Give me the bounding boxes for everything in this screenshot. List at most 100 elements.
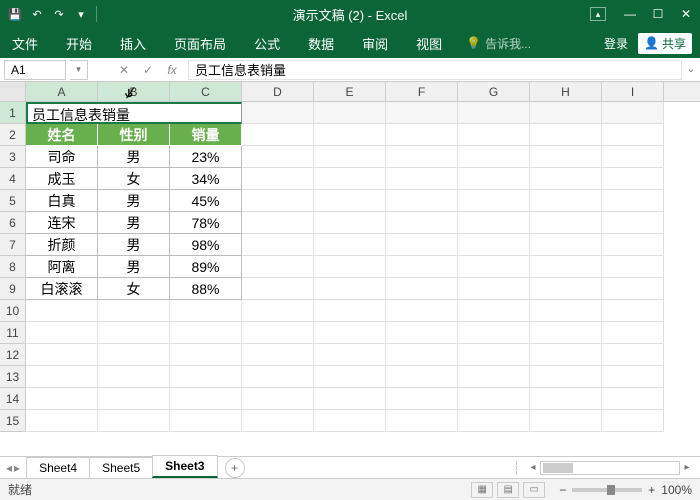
zoom-in-button[interactable]: + — [648, 483, 655, 497]
data-cell[interactable]: 45% — [170, 190, 242, 212]
tab-data[interactable]: 数据 — [304, 28, 338, 59]
name-box-dropdown-icon[interactable]: ▾ — [70, 60, 88, 80]
cell[interactable] — [458, 234, 530, 256]
cell[interactable] — [386, 102, 458, 124]
row-header[interactable]: 12 — [0, 344, 26, 366]
data-cell[interactable]: 白滚滚 — [26, 278, 98, 300]
cell[interactable] — [386, 234, 458, 256]
cell[interactable] — [458, 388, 530, 410]
cell[interactable] — [170, 322, 242, 344]
data-cell[interactable]: 男 — [98, 190, 170, 212]
cell[interactable] — [602, 212, 664, 234]
cell[interactable] — [26, 300, 98, 322]
cell[interactable] — [170, 410, 242, 432]
col-header-I[interactable]: I — [602, 82, 664, 101]
tab-page-layout[interactable]: 页面布局 — [170, 28, 230, 59]
cell[interactable] — [314, 300, 386, 322]
row-header[interactable]: 2 — [0, 124, 26, 146]
cell[interactable] — [98, 300, 170, 322]
cell[interactable] — [458, 212, 530, 234]
row-header[interactable]: 5 — [0, 190, 26, 212]
cell[interactable] — [458, 256, 530, 278]
cell[interactable] — [602, 146, 664, 168]
row-header[interactable]: 7 — [0, 234, 26, 256]
cell[interactable] — [386, 168, 458, 190]
cell[interactable] — [530, 146, 602, 168]
cell[interactable] — [314, 344, 386, 366]
cell[interactable] — [314, 124, 386, 146]
cell[interactable] — [242, 410, 314, 432]
cell[interactable] — [530, 124, 602, 146]
cell[interactable] — [602, 168, 664, 190]
cell[interactable] — [530, 388, 602, 410]
cell[interactable] — [314, 366, 386, 388]
cell[interactable] — [26, 388, 98, 410]
col-header-H[interactable]: H — [530, 82, 602, 101]
cell[interactable] — [170, 388, 242, 410]
cell[interactable] — [530, 300, 602, 322]
add-sheet-button[interactable]: + — [225, 458, 245, 478]
data-cell[interactable]: 88% — [170, 278, 242, 300]
cell[interactable] — [26, 322, 98, 344]
row-header[interactable]: 3 — [0, 146, 26, 168]
data-cell[interactable]: 女 — [98, 278, 170, 300]
cell[interactable] — [98, 410, 170, 432]
hscroll-splitter-icon[interactable]: ┆ — [513, 461, 520, 475]
cell[interactable] — [170, 300, 242, 322]
col-header-A[interactable]: A — [26, 82, 98, 101]
data-cell[interactable]: 34% — [170, 168, 242, 190]
enter-icon[interactable]: ✓ — [140, 63, 156, 77]
cell[interactable] — [530, 410, 602, 432]
data-cell[interactable]: 男 — [98, 234, 170, 256]
cell[interactable] — [242, 300, 314, 322]
data-cell[interactable]: 司命 — [26, 146, 98, 168]
cell[interactable] — [530, 190, 602, 212]
cell[interactable] — [242, 278, 314, 300]
hscroll-track[interactable] — [540, 461, 680, 475]
save-icon[interactable]: 💾 — [6, 5, 24, 23]
zoom-level[interactable]: 100% — [661, 483, 692, 497]
zoom-out-button[interactable]: − — [559, 483, 566, 497]
tab-view[interactable]: 视图 — [412, 28, 446, 59]
cell[interactable] — [170, 366, 242, 388]
table-header-cell[interactable]: 姓名 — [26, 124, 98, 146]
cell[interactable] — [98, 322, 170, 344]
tab-home[interactable]: 开始 — [62, 28, 96, 59]
cell[interactable] — [242, 212, 314, 234]
data-cell[interactable]: 78% — [170, 212, 242, 234]
cell[interactable] — [530, 344, 602, 366]
data-cell[interactable]: 白真 — [26, 190, 98, 212]
cell[interactable] — [314, 234, 386, 256]
undo-icon[interactable]: ↶ — [28, 5, 46, 23]
cell[interactable] — [26, 410, 98, 432]
cell[interactable] — [602, 124, 664, 146]
expand-formula-bar-icon[interactable]: ⌄ — [682, 64, 700, 75]
col-header-E[interactable]: E — [314, 82, 386, 101]
cell[interactable] — [242, 344, 314, 366]
cell[interactable] — [530, 322, 602, 344]
sheet-prev-icon[interactable]: ◂ — [6, 461, 12, 475]
row-header[interactable]: 9 — [0, 278, 26, 300]
data-cell[interactable]: 折颜 — [26, 234, 98, 256]
row-header[interactable]: 14 — [0, 388, 26, 410]
cell[interactable] — [458, 190, 530, 212]
cell[interactable] — [458, 102, 530, 124]
cell[interactable] — [458, 322, 530, 344]
tab-review[interactable]: 审阅 — [358, 28, 392, 59]
row-header[interactable]: 6 — [0, 212, 26, 234]
cancel-icon[interactable]: ✕ — [116, 63, 132, 77]
sheet-tab[interactable]: Sheet5 — [89, 457, 153, 478]
cell[interactable] — [26, 344, 98, 366]
close-button[interactable]: ✕ — [672, 0, 700, 28]
cell[interactable] — [314, 388, 386, 410]
cell[interactable] — [530, 212, 602, 234]
share-button[interactable]: 👤 共享 — [638, 33, 692, 54]
fx-icon[interactable]: fx — [164, 63, 180, 77]
name-box[interactable]: A1 — [4, 60, 66, 80]
cell[interactable] — [530, 102, 602, 124]
cell[interactable] — [242, 124, 314, 146]
col-header-G[interactable]: G — [458, 82, 530, 101]
cell[interactable] — [530, 168, 602, 190]
ribbon-options-icon[interactable]: ▴ — [590, 7, 606, 21]
table-header-cell[interactable]: 销量 — [170, 124, 242, 146]
